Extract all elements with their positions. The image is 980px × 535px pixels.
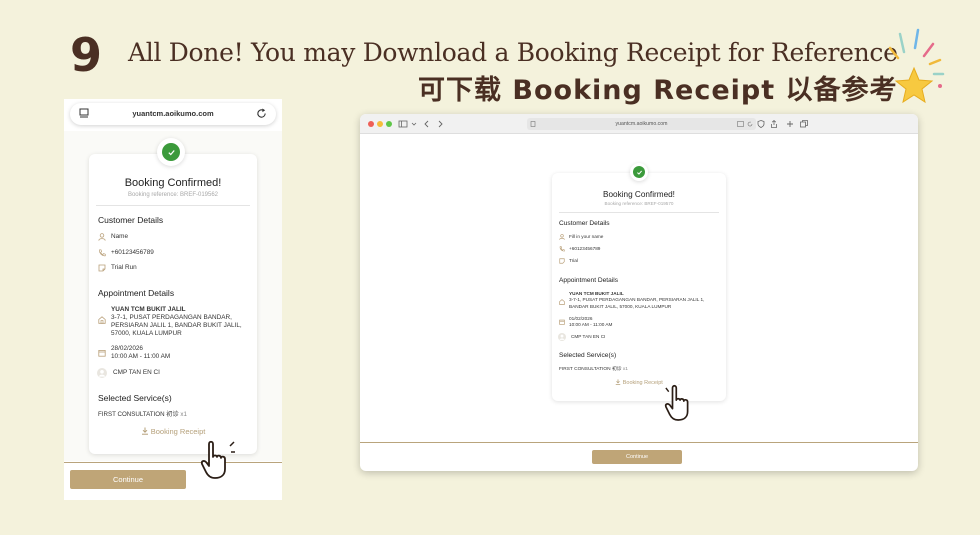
location-address: 3-7-1, PUSAT PERDAGANGAN BANDAR, PERSIAR… (569, 297, 705, 309)
back-icon[interactable] (422, 119, 432, 129)
clinic-icon (98, 316, 106, 324)
selected-services-heading: Selected Service(s) (559, 352, 617, 359)
desktop-confirmation-card: Booking Confirmed! Booking reference: BR… (552, 173, 726, 401)
appointment-details-heading: Appointment Details (559, 277, 619, 284)
forward-icon[interactable] (435, 119, 445, 129)
shield-icon[interactable] (756, 119, 766, 129)
service-item: FIRST CONSULTATION 初诊 x1 (98, 411, 187, 418)
booking-receipt-link[interactable]: Booking Receipt (552, 379, 726, 386)
location-name: YUAN TCM BUKIT JALIL (111, 306, 186, 313)
minimize-window-button[interactable] (377, 121, 383, 127)
avatar (97, 368, 107, 378)
footer-divider (64, 462, 282, 463)
service-item: FIRST CONSULTATION 初诊 x1 (559, 367, 628, 372)
mobile-confirmation-card: Booking Confirmed! Booking reference: BR… (89, 154, 257, 454)
mobile-url-text: yuantcm.aoikumo.com (132, 109, 214, 118)
new-tab-icon[interactable] (785, 119, 795, 129)
appointment-details-heading: Appointment Details (98, 288, 175, 298)
confirmation-title: Booking Confirmed! (124, 177, 222, 189)
person-icon (98, 233, 106, 241)
share-icon[interactable] (769, 119, 779, 129)
confirmation-title: Booking Confirmed! (603, 190, 675, 199)
address-bar[interactable]: yuantcm.aoikumo.com (527, 118, 756, 130)
success-check-badge (630, 163, 648, 181)
success-check-badge (157, 138, 185, 166)
calendar-icon (98, 349, 106, 357)
headline-english: All Done! You may Download a Booking Rec… (128, 38, 898, 67)
close-window-button[interactable] (368, 121, 374, 127)
check-icon (167, 149, 175, 155)
phone-icon (99, 249, 106, 257)
browser-toolbar: yuantcm.aoikumo.com (360, 114, 918, 134)
sidebar-icon[interactable] (398, 119, 408, 129)
avatar (558, 333, 566, 341)
location-address: 3-7-1, PUSAT PERDAGANGAN BANDAR, PERSIAR… (111, 314, 242, 337)
booking-receipt-link[interactable]: Booking Receipt (89, 427, 257, 436)
appointment-time: 10:00 AM - 11:00 AM (111, 353, 171, 360)
continue-button[interactable]: Continue (592, 450, 682, 464)
calendar-icon (559, 319, 565, 325)
note-icon (98, 264, 106, 272)
tab-overview-icon[interactable] (799, 119, 809, 129)
desktop-url-text: yuantcm.aoikumo.com (615, 120, 668, 127)
step-number: 9 (70, 28, 103, 82)
mobile-url-bar[interactable]: yuantcm.aoikumo.com (70, 103, 276, 125)
booking-reference: Booking reference: BREF-019570 (604, 201, 674, 206)
download-icon (615, 379, 621, 385)
customer-details-heading: Customer Details (559, 220, 610, 227)
pointing-hand-icon (200, 440, 235, 479)
customer-details-heading: Customer Details (98, 215, 164, 225)
phone-icon (559, 246, 565, 252)
check-icon (636, 170, 642, 175)
person-icon (559, 234, 565, 240)
note-icon (559, 258, 565, 264)
headline-chinese: 可下载 Booking Receipt 以备参考 (418, 75, 898, 106)
footer-divider (360, 442, 918, 443)
desktop-browser-window: yuantcm.aoikumo.com Booking Confirmed! B… (360, 114, 918, 471)
appointment-date: 28/02/2026 (111, 345, 143, 352)
reload-icon[interactable] (747, 121, 753, 127)
reload-icon[interactable] (256, 108, 267, 119)
chevron-down-icon[interactable] (409, 119, 419, 129)
continue-button[interactable]: Continue (70, 470, 186, 489)
download-icon (141, 427, 148, 435)
selected-services-heading: Selected Service(s) (98, 393, 172, 403)
translate-icon[interactable] (737, 121, 744, 127)
booking-reference: Booking reference: BREF-019562 (127, 192, 219, 198)
clinic-icon (559, 299, 565, 305)
star-sparkle-icon (888, 28, 945, 104)
divider (96, 205, 250, 206)
divider (559, 212, 719, 213)
appointment-time: 10:00 AM - 11:00 AM (569, 322, 613, 328)
pointing-hand-icon (664, 384, 689, 421)
mobile-screen: yuantcm.aoikumo.com Booking Confirmed! B… (64, 99, 282, 500)
zoom-window-button[interactable] (386, 121, 392, 127)
